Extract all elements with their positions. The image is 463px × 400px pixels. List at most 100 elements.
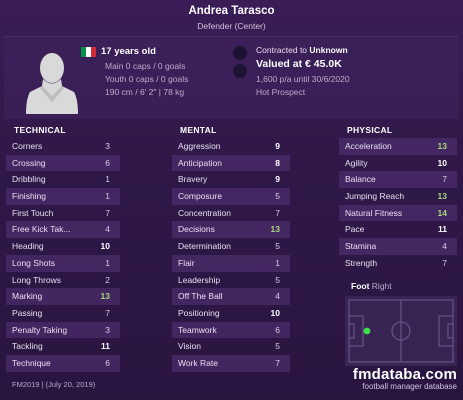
technical-attr-row: Penalty Taking 3	[6, 321, 120, 339]
physical-attr-row: Natural Fitness 14	[339, 204, 457, 222]
technical-attr-value: 10	[100, 241, 110, 252]
technical-attr-value: 3	[105, 324, 110, 335]
age-label: 17 years old	[101, 46, 156, 57]
mental-attr-label: Positioning	[178, 307, 220, 318]
technical-attr-label: Tackling	[12, 341, 43, 352]
technical-attr-row: Crossing 6	[6, 154, 120, 172]
main-caps: Main 0 caps / 0 goals	[105, 61, 186, 71]
player-position: Defender (Center)	[197, 21, 266, 31]
physical-attr-label: Jumping Reach	[345, 191, 405, 202]
brand-block[interactable]: fmdataba.com football manager database	[353, 366, 457, 391]
physical-attr-row: Stamina 4	[339, 238, 457, 255]
mental-attr-value: 9	[275, 141, 280, 151]
technical-attr-label: Heading	[12, 241, 44, 252]
technical-attr-value: 6	[105, 357, 110, 368]
technical-attr-value: 1	[105, 257, 110, 268]
technical-attr-value: 1	[105, 191, 110, 202]
mental-attr-label: Teamwork	[178, 324, 217, 335]
mental-attr-label: Composure	[178, 191, 222, 202]
mental-attr-row: Bravery 9	[172, 171, 290, 188]
technical-attr-row: Tackling 11	[6, 338, 120, 355]
mental-attr-row: Work Rate 7	[172, 354, 290, 372]
technical-attr-label: Free Kick Tak...	[12, 224, 71, 235]
physical-attr-value: 7	[442, 174, 447, 185]
position-marker	[363, 327, 371, 335]
mental-attr-value: 5	[275, 274, 280, 285]
physical-column: PHYSICAL Acceleration 13 Agility 10 Balance 7…	[339, 123, 457, 272]
technical-attr-row: Technique 6	[6, 354, 120, 372]
mental-attr-value: 7	[275, 357, 280, 368]
mental-attr-label: Determination	[178, 241, 231, 252]
mental-column: MENTAL Aggression 9 Anticipation 8 Bravery 9 C…	[172, 123, 290, 372]
brand-logo[interactable]: fmdataba.com	[353, 366, 457, 383]
mental-attr-row: Off The Ball 4	[172, 288, 290, 305]
mental-attr-label: Concentration	[178, 207, 231, 218]
mental-title: MENTAL	[180, 125, 217, 135]
technical-attr-row: Heading 10	[6, 238, 120, 255]
physical-title: PHYSICAL	[347, 125, 393, 135]
player-header: Andrea Tarasco Defender (Center)	[0, 0, 463, 36]
technical-attr-label: Marking	[12, 291, 43, 302]
technical-title: TECHNICAL	[14, 125, 66, 135]
technical-attr-label: Long Shots	[12, 257, 56, 268]
physical-attr-label: Balance	[345, 174, 376, 185]
version-label: FM2019 | (July 20, 2019)	[12, 380, 96, 389]
wage-line: 1,600 p/a until 30/6/2020	[256, 74, 350, 84]
height-weight: 190 cm / 6' 2" | 78 kg	[105, 87, 185, 97]
technical-attr-label: Dribbling	[12, 174, 46, 185]
physical-attr-value: 4	[442, 241, 447, 252]
mental-attr-value: 4	[275, 291, 280, 302]
physical-attr-value: 7	[442, 257, 447, 268]
mental-attr-row: Concentration 7	[172, 205, 290, 222]
mental-attr-row: Aggression 9	[172, 138, 290, 155]
physical-attr-row: Balance 7	[339, 171, 457, 189]
mental-attr-label: Decisions	[178, 224, 215, 235]
technical-attr-value: 1	[105, 174, 110, 185]
mental-attr-label: Work Rate	[178, 357, 218, 368]
technical-attr-value: 13	[100, 291, 110, 302]
technical-attr-row: Free Kick Tak... 4	[6, 221, 120, 239]
physical-attr-label: Agility	[345, 157, 368, 168]
mental-attr-row: Flair 1	[172, 254, 290, 272]
physical-attr-label: Stamina	[345, 241, 377, 252]
mental-attr-row: Teamwork 6	[172, 321, 290, 339]
technical-attr-value: 6	[105, 157, 110, 168]
club-badge-icon	[233, 46, 247, 60]
technical-attr-value: 7	[105, 207, 110, 218]
mental-attr-value: 7	[275, 207, 280, 218]
technical-attr-row: Dribbling 1	[6, 171, 120, 188]
technical-attr-label: Technique	[12, 357, 51, 368]
preferred-foot: Foot Right	[351, 281, 392, 291]
physical-attr-label: Natural Fitness	[345, 207, 403, 218]
mental-attr-label: Vision	[178, 341, 201, 352]
physical-attr-label: Acceleration	[345, 141, 392, 151]
technical-attr-label: Finishing	[12, 191, 47, 202]
technical-attr-row: Passing 7	[6, 305, 120, 322]
technical-column: TECHNICAL Corners 3 Crossing 6 Dribbling 1 Fin…	[6, 123, 120, 372]
mental-attr-value: 13	[270, 224, 280, 235]
info-panel: 17 years old Main 0 caps / 0 goals Youth…	[4, 36, 459, 119]
mental-attr-row: Vision 5	[172, 338, 290, 355]
mental-attr-row: Anticipation 8	[172, 154, 290, 172]
mental-attr-row: Composure 5	[172, 188, 290, 205]
player-avatar-icon	[26, 53, 78, 114]
mental-attr-label: Leadership	[178, 274, 221, 285]
mental-attr-value: 8	[275, 157, 280, 168]
mental-attr-row: Leadership 5	[172, 272, 290, 289]
player-name: Andrea Tarasco	[188, 5, 275, 17]
mental-attr-value: 5	[275, 241, 280, 252]
position-pitch	[345, 296, 457, 366]
nation-flag-icon	[81, 47, 96, 57]
prospect-status: Hot Prospect	[256, 87, 306, 97]
mental-attr-label: Flair	[178, 257, 195, 268]
mental-attr-row: Determination 5	[172, 238, 290, 255]
mental-attr-value: 1	[275, 257, 280, 268]
technical-attr-row: Finishing 1	[6, 188, 120, 205]
mental-attr-label: Anticipation	[178, 157, 222, 168]
physical-attr-label: Strength	[345, 257, 378, 268]
value-badge-icon	[233, 64, 247, 78]
technical-attr-value: 4	[105, 224, 110, 235]
brand-tagline: football manager database	[362, 382, 457, 391]
mental-attr-value: 5	[275, 341, 280, 352]
mental-attr-label: Bravery	[178, 174, 208, 185]
